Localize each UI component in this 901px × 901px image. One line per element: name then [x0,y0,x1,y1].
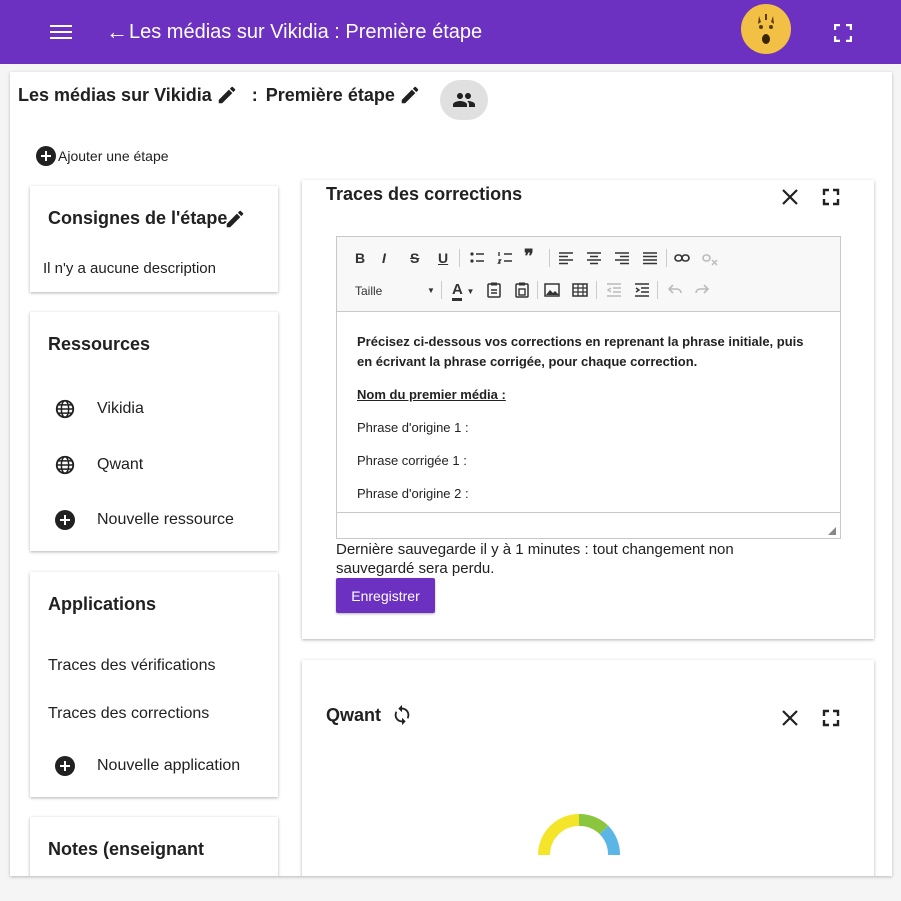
add-circle-icon [55,756,75,776]
ressources-card: Ressources Vikidia Qwant Nouvelle ressou… [30,312,278,551]
applications-card: Applications Traces des vérifications Tr… [30,572,278,797]
close-icon[interactable] [779,186,801,208]
ressources-title: Ressources [48,334,151,354]
rich-text-editor: B I S U ❞ Taille ▼ A ▼ Précisez ci-desso… [336,236,841,539]
add-resource-button[interactable]: Nouvelle ressource [55,510,234,530]
toolbar-separator [549,249,550,267]
link-icon[interactable] [674,250,690,266]
numbered-list-icon[interactable] [497,250,513,266]
refresh-icon[interactable] [391,704,413,726]
editor-line: Phrase d'origine 2 : [357,486,469,501]
avatar[interactable] [741,4,791,54]
add-step-label: Ajouter une étape [58,148,169,164]
table-icon[interactable] [572,282,588,298]
qwant-panel: Qwant [302,660,874,876]
font-color-label: A [452,281,463,301]
quote-button[interactable]: ❞ [524,247,534,265]
editor-line: Phrase corrigée 1 : [357,453,467,468]
editor-toolbar: B I S U ❞ Taille ▼ A ▼ [337,237,840,312]
save-button[interactable]: Enregistrer [336,578,435,613]
unlink-icon[interactable] [702,250,718,266]
edit-step-icon[interactable] [399,84,421,106]
editor-content[interactable]: Précisez ci-dessous vos corrections en r… [337,312,840,512]
group-icon [453,93,475,107]
undo-icon[interactable] [667,282,683,298]
toolbar-separator [459,249,460,267]
editor-status-bar [337,512,840,538]
title-separator: : [251,84,258,105]
chevron-down-icon: ▼ [427,286,435,295]
back-arrow-icon[interactable]: ← [106,20,128,44]
font-size-label: Taille [355,284,383,298]
app-bar: ← Les médias sur Vikidia : Première étap… [0,0,901,64]
paste-word-icon[interactable] [514,282,530,298]
resource-item-qwant[interactable]: Qwant [54,454,143,476]
add-step-button[interactable]: Ajouter une étape [36,146,169,166]
toolbar-separator [596,281,597,299]
fullscreen-icon[interactable] [820,707,842,729]
redo-icon[interactable] [694,282,710,298]
align-center-icon[interactable] [586,250,602,266]
align-left-icon[interactable] [558,250,574,266]
qwant-title: Qwant [326,704,413,726]
italic-button[interactable]: I [382,250,386,266]
add-circle-icon [36,146,56,166]
add-application-label: Nouvelle application [97,757,241,774]
page-title: Les médias sur Vikidia : Première étape [18,84,427,106]
resize-handle-icon[interactable] [828,527,836,535]
consignes-description: Il n'y a aucune description [43,260,216,277]
application-item-verifications[interactable]: Traces des vérifications [48,657,215,675]
qwant-title-text: Qwant [326,704,382,725]
add-resource-label: Nouvelle ressource [97,511,234,528]
edit-consignes-icon[interactable] [224,208,246,230]
bold-button[interactable]: B [355,250,365,266]
consignes-title: Consignes de l'étape [48,208,228,228]
resource-item-vikidia[interactable]: Vikidia [54,398,144,420]
indent-icon[interactable] [634,282,650,298]
font-size-select[interactable]: Taille ▼ [355,283,435,299]
notes-title: Notes (enseignant [48,839,205,859]
outdent-icon[interactable] [606,282,622,298]
corrections-panel: Traces des corrections B I S U ❞ Taille … [302,180,874,639]
underline-button[interactable]: U [438,250,448,266]
applications-title: Applications [48,594,157,614]
fullscreen-icon[interactable] [820,186,842,208]
edit-project-icon[interactable] [216,84,238,106]
image-icon[interactable] [544,282,560,298]
app-bar-title: Les médias sur Vikidia : Première étape [129,21,483,43]
main-sheet: Les médias sur Vikidia : Première étape … [10,72,892,876]
step-title: Première étape [265,84,395,105]
chevron-down-icon: ▼ [466,287,475,296]
toolbar-separator [657,281,658,299]
menu-icon[interactable] [50,22,72,42]
toolbar-separator [666,249,667,267]
toolbar-separator [537,281,538,299]
resource-label: Qwant [97,456,144,473]
application-item-corrections[interactable]: Traces des corrections [48,705,209,723]
loading-spinner [534,810,624,855]
consignes-card: Consignes de l'étape Il n'y a aucune des… [30,186,278,292]
add-application-button[interactable]: Nouvelle application [55,756,240,776]
editor-heading: Nom du premier média : [357,387,506,402]
align-right-icon[interactable] [614,250,630,266]
add-circle-icon [55,510,75,530]
notes-card: Notes (enseignant [30,817,278,876]
close-icon[interactable] [779,707,801,729]
editor-line: Phrase d'origine 1 : [357,420,469,435]
project-title: Les médias sur Vikidia [18,84,212,105]
strike-button[interactable]: S [410,250,419,266]
resource-label: Vikidia [97,400,144,417]
save-status: Dernière sauvegarde il y à 1 minutes : t… [336,541,734,577]
globe-icon [55,399,75,419]
group-button[interactable] [440,80,488,120]
bullet-list-icon[interactable] [469,250,485,266]
corrections-title: Traces des corrections [326,184,523,204]
globe-icon [55,455,75,475]
align-justify-icon[interactable] [642,250,658,266]
fullscreen-icon[interactable] [834,24,852,42]
editor-intro: Précisez ci-dessous vos corrections en r… [357,334,804,369]
font-color-button[interactable]: A ▼ [452,281,475,301]
toolbar-separator [441,281,442,299]
paste-icon[interactable] [486,282,502,298]
